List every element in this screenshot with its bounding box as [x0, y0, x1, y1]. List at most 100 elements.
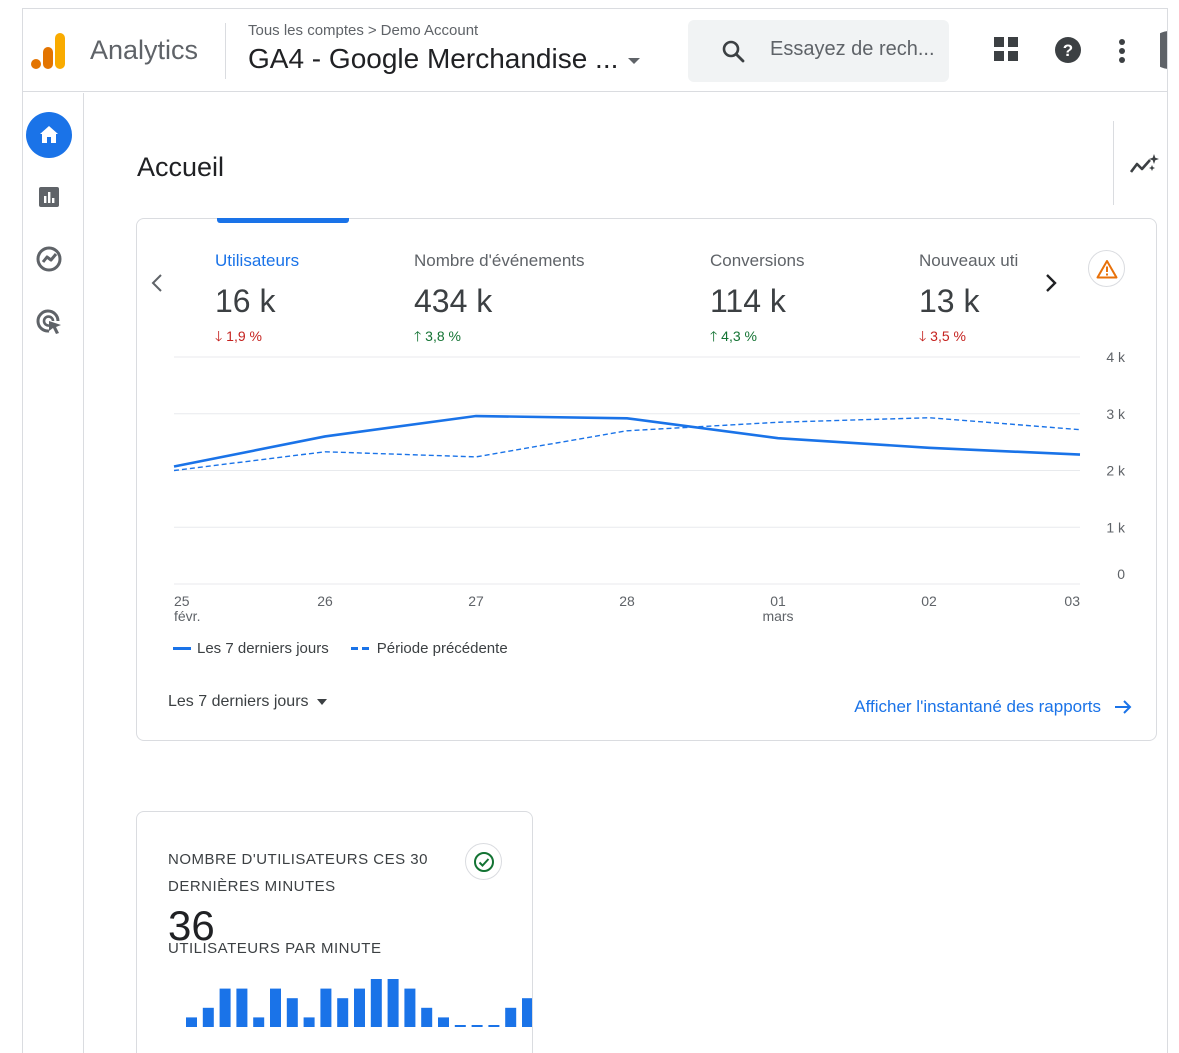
- y-tick-label: 4 k: [1106, 349, 1126, 365]
- metric-delta: 🡑 3,8 %: [414, 326, 585, 350]
- side-nav: [23, 93, 84, 1053]
- series-line-current: [173, 414, 1081, 468]
- overview-card: Utilisateurs 16 k 🡓 1,9 % Nombre d'événe…: [136, 218, 1157, 741]
- dropdown-caret-icon: [628, 57, 641, 64]
- users-per-minute-chart: [186, 979, 532, 1027]
- date-range-label: Les 7 derniers jours: [168, 693, 309, 710]
- minute-bar: [286, 998, 298, 1027]
- analytics-logo-icon[interactable]: [31, 31, 67, 71]
- apps-grid-icon[interactable]: [992, 35, 1020, 63]
- reports-icon: [39, 187, 59, 207]
- divider: [225, 23, 226, 79]
- minute-bar: [387, 979, 399, 1027]
- app-name: Analytics: [90, 35, 199, 65]
- delta-value: 4,3 %: [721, 328, 757, 344]
- arrow-up-icon: 🡑: [710, 328, 718, 344]
- metric-tab-users[interactable]: Utilisateurs 16 k 🡓 1,9 %: [215, 251, 299, 350]
- home-icon: [40, 126, 58, 143]
- metric-label: Nombre d'événements: [414, 251, 585, 270]
- active-tab-indicator: [217, 218, 349, 223]
- view-reports-snapshot-link[interactable]: Afficher l'instantané des rapports: [854, 697, 1133, 717]
- nav-advertising[interactable]: [26, 298, 72, 344]
- avatar[interactable]: [1160, 31, 1168, 69]
- minute-bar: [471, 1025, 483, 1027]
- minute-bar: [522, 998, 532, 1027]
- x-tick-label: 02: [921, 593, 937, 609]
- x-tick-sublabel: mars: [762, 608, 793, 624]
- minute-bar: [438, 1017, 449, 1027]
- metric-value: 114 k: [710, 283, 786, 319]
- delta-value: 3,8 %: [425, 328, 461, 344]
- metric-delta: 🡓 1,9 %: [215, 326, 299, 350]
- minute-bar: [270, 988, 281, 1027]
- series-line-previous: [173, 417, 1081, 472]
- search-box[interactable]: [688, 20, 949, 82]
- metric-value: 434 k: [414, 283, 493, 319]
- metric-tab-new-users[interactable]: Nouveaux uti 13 k 🡓 3,5 %: [919, 251, 1018, 350]
- legend-label-current: Les 7 derniers jours: [197, 640, 329, 657]
- minute-bar: [236, 988, 248, 1027]
- realtime-subtitle: UTILISATEURS PAR MINUTE: [168, 940, 382, 957]
- realtime-card[interactable]: NOMBRE D'UTILISATEURS CES 30 DERNIÈRES M…: [136, 811, 533, 1053]
- status-badge[interactable]: [465, 843, 502, 880]
- x-tick-label: 01: [770, 593, 786, 609]
- minute-bar: [303, 1017, 315, 1027]
- metric-label: Utilisateurs: [215, 251, 300, 270]
- check-circle-icon: [473, 851, 494, 872]
- main-content: Accueil Utilisateurs 16 k 🡓 1,9 % Nombre…: [85, 93, 1167, 1053]
- arrow-right-icon: [1115, 700, 1132, 714]
- y-tick-label: 1 k: [1106, 519, 1126, 535]
- minute-bar: [202, 1007, 214, 1027]
- svg-text:?: ?: [1063, 41, 1073, 60]
- property-selector[interactable]: GA4 - Google Merchandise ...: [248, 43, 641, 75]
- nav-explore[interactable]: [26, 236, 72, 282]
- metric-tab-events[interactable]: Nombre d'événements 434 k 🡑 3,8 %: [414, 251, 585, 350]
- explore-icon: [36, 246, 62, 272]
- users-line-chart: 4 k 3 k 2 k 1 k 0 25févr. 26 27 28 01mars 02 03: [173, 349, 1126, 624]
- metric-value: 16 k: [215, 283, 276, 319]
- dropdown-caret-icon: [316, 699, 327, 705]
- data-quality-warning[interactable]: [1088, 250, 1125, 287]
- breadcrumb[interactable]: Tous les comptes > Demo Account: [248, 22, 478, 39]
- x-tick-label: 27: [468, 593, 484, 609]
- advertising-icon: [36, 309, 61, 334]
- minute-bar: [219, 988, 231, 1027]
- y-tick-label: 0: [1117, 566, 1125, 582]
- arrow-down-icon: 🡓: [215, 328, 223, 344]
- page-title: Accueil: [137, 152, 225, 182]
- delta-value: 3,5 %: [930, 328, 966, 344]
- minute-bar: [370, 979, 382, 1027]
- x-tick-label: 25: [174, 593, 190, 609]
- metric-delta: 🡓 3,5 %: [919, 326, 1018, 350]
- arrow-down-icon: 🡓: [919, 328, 927, 344]
- metric-label: Nouveaux uti: [919, 251, 1019, 270]
- chevron-right-icon[interactable]: [1044, 272, 1058, 294]
- search-input[interactable]: [770, 38, 942, 61]
- breadcrumb-all-accounts[interactable]: Tous les comptes: [248, 22, 364, 39]
- minute-bar: [454, 1025, 466, 1027]
- y-tick-label: 3 k: [1106, 406, 1126, 422]
- minute-bar: [488, 1025, 500, 1027]
- property-name: GA4 - Google Merchandise ...: [248, 43, 619, 74]
- analytics-window: Analytics Tous les comptes > Demo Account …: [22, 8, 1168, 1053]
- x-tick-label: 26: [317, 593, 333, 609]
- nav-home[interactable]: [26, 112, 72, 158]
- metric-value: 13 k: [919, 283, 980, 319]
- breadcrumb-account[interactable]: Demo Account: [381, 22, 479, 39]
- search-icon: [722, 40, 745, 63]
- top-app-bar: Analytics Tous les comptes > Demo Account …: [23, 9, 1168, 92]
- minute-bar: [354, 988, 365, 1027]
- date-range-selector[interactable]: Les 7 derniers jours: [168, 693, 327, 711]
- insights-icon[interactable]: [1130, 152, 1160, 176]
- nav-reports[interactable]: [26, 174, 72, 220]
- chevron-right-icon: >: [367, 22, 377, 39]
- legend-label-previous: Période précédente: [376, 640, 508, 657]
- chevron-left-icon[interactable]: [150, 272, 164, 294]
- report-link-label: Afficher l'instantané des rapports: [854, 697, 1101, 716]
- x-tick-label: 28: [619, 593, 635, 609]
- help-icon[interactable]: ?: [1054, 36, 1082, 64]
- more-vert-icon[interactable]: [1118, 38, 1126, 64]
- metric-tab-conversions[interactable]: Conversions 114 k 🡑 4,3 %: [710, 251, 805, 350]
- y-tick-label: 2 k: [1106, 463, 1126, 479]
- x-tick-sublabel: févr.: [174, 608, 200, 624]
